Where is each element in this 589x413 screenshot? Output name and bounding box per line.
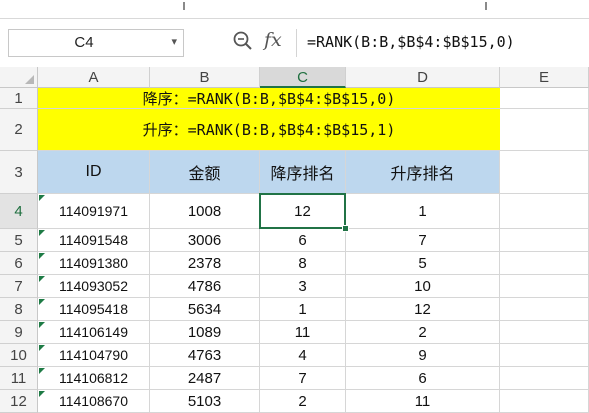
- cell-e8[interactable]: [500, 298, 589, 321]
- cell-asc-rank[interactable]: 5: [346, 252, 500, 275]
- number-as-text-indicator: [39, 299, 45, 305]
- header-desc-rank[interactable]: 降序排名: [260, 151, 346, 194]
- cell-id[interactable]: 114091380: [38, 252, 150, 275]
- cell-amount[interactable]: 2378: [150, 252, 260, 275]
- header-asc-rank[interactable]: 升序排名: [346, 151, 500, 194]
- column-header-a[interactable]: A: [38, 67, 150, 88]
- row-header-4[interactable]: 4: [0, 194, 38, 229]
- row-header-7[interactable]: 7: [0, 275, 38, 298]
- cell-amount[interactable]: 3006: [150, 229, 260, 252]
- column-header-b[interactable]: B: [150, 67, 260, 88]
- column-header-d[interactable]: D: [346, 67, 500, 88]
- cell-desc-rank[interactable]: 1: [260, 298, 346, 321]
- cell-asc-rank[interactable]: 11: [346, 390, 500, 413]
- cell-e4[interactable]: [500, 194, 589, 229]
- cell-e10[interactable]: [500, 344, 589, 367]
- cell-desc-rank[interactable]: 8: [260, 252, 346, 275]
- cell-e12[interactable]: [500, 390, 589, 413]
- cell-amount[interactable]: 5634: [150, 298, 260, 321]
- note-descending-formula[interactable]: 降序：=RANK(B:B,$B$4:$B$15,0): [38, 88, 500, 109]
- number-as-text-indicator: [39, 230, 45, 236]
- row-header-1[interactable]: 1: [0, 88, 38, 109]
- cell-id[interactable]: 114093052: [38, 275, 150, 298]
- cell-amount[interactable]: 1008: [150, 194, 260, 229]
- ribbon-remnant: [0, 0, 589, 19]
- cell-e3[interactable]: [500, 151, 589, 194]
- cell-e6[interactable]: [500, 252, 589, 275]
- cell-asc-rank[interactable]: 9: [346, 344, 500, 367]
- cell-desc-rank[interactable]: 2: [260, 390, 346, 413]
- cell-e11[interactable]: [500, 367, 589, 390]
- ribbon-separator: [485, 2, 487, 10]
- column-header-c[interactable]: C: [260, 67, 346, 88]
- number-as-text-indicator: [39, 195, 45, 201]
- magnifier-icon[interactable]: [232, 30, 254, 52]
- cell-asc-rank[interactable]: 6: [346, 367, 500, 390]
- function-wizard-button[interactable]: fx: [264, 29, 282, 51]
- formula-text: =RANK(B:B,$B$4:$B$15,0): [307, 33, 515, 51]
- number-as-text-indicator: [39, 253, 45, 259]
- header-id[interactable]: ID: [38, 151, 150, 194]
- cell-asc-rank[interactable]: 7: [346, 229, 500, 252]
- cell-asc-rank[interactable]: 1: [346, 194, 500, 229]
- cell-desc-rank[interactable]: 4: [260, 344, 346, 367]
- ribbon-separator: [183, 2, 185, 10]
- cell-asc-rank[interactable]: 2: [346, 321, 500, 344]
- row-header-6[interactable]: 6: [0, 252, 38, 275]
- cell-e2[interactable]: [500, 109, 589, 151]
- row-header-5[interactable]: 5: [0, 229, 38, 252]
- number-as-text-indicator: [39, 391, 45, 397]
- cell-id[interactable]: 114091971: [38, 194, 150, 229]
- cell-amount[interactable]: 1089: [150, 321, 260, 344]
- column-header-e[interactable]: E: [500, 67, 589, 88]
- row-header-8[interactable]: 8: [0, 298, 38, 321]
- chevron-down-icon[interactable]: ▾: [171, 35, 177, 48]
- cell-id[interactable]: 114104790: [38, 344, 150, 367]
- cell-amount[interactable]: 4763: [150, 344, 260, 367]
- formula-input[interactable]: =RANK(B:B,$B$4:$B$15,0): [296, 29, 589, 57]
- cell-e5[interactable]: [500, 229, 589, 252]
- cell-desc-rank[interactable]: 3: [260, 275, 346, 298]
- cell-e9[interactable]: [500, 321, 589, 344]
- fill-handle[interactable]: [342, 225, 349, 232]
- cell-desc-rank[interactable]: 7: [260, 367, 346, 390]
- cell-e1[interactable]: [500, 88, 589, 109]
- cell-asc-rank[interactable]: 10: [346, 275, 500, 298]
- name-box-value: C4: [74, 34, 94, 51]
- row-header-11[interactable]: 11: [0, 367, 38, 390]
- row-header-3[interactable]: 3: [0, 151, 38, 194]
- cell-desc-rank[interactable]: 11: [260, 321, 346, 344]
- cell-amount[interactable]: 4786: [150, 275, 260, 298]
- cell-amount[interactable]: 5103: [150, 390, 260, 413]
- cell-id[interactable]: 114108670: [38, 390, 150, 413]
- cell-desc-rank[interactable]: 12: [260, 194, 346, 229]
- row-header-9[interactable]: 9: [0, 321, 38, 344]
- note-ascending-formula[interactable]: 升序：=RANK(B:B,$B$4:$B$15,1): [38, 109, 500, 151]
- number-as-text-indicator: [39, 345, 45, 351]
- row-header-2[interactable]: 2: [0, 109, 38, 151]
- cell-desc-rank[interactable]: 6: [260, 229, 346, 252]
- cell-id[interactable]: 114095418: [38, 298, 150, 321]
- cell-id[interactable]: 114106812: [38, 367, 150, 390]
- name-box[interactable]: C4 ▾: [8, 29, 184, 57]
- row-header-12[interactable]: 12: [0, 390, 38, 413]
- formula-bar: C4 ▾ fx =RANK(B:B,$B$4:$B$15,0): [0, 19, 589, 68]
- number-as-text-indicator: [39, 276, 45, 282]
- select-all-corner[interactable]: [0, 67, 38, 88]
- number-as-text-indicator: [39, 368, 45, 374]
- row-header-10[interactable]: 10: [0, 344, 38, 367]
- cell-id[interactable]: 114091548: [38, 229, 150, 252]
- cell-asc-rank[interactable]: 12: [346, 298, 500, 321]
- cell-id[interactable]: 114106149: [38, 321, 150, 344]
- number-as-text-indicator: [39, 322, 45, 328]
- cell-e7[interactable]: [500, 275, 589, 298]
- header-amount[interactable]: 金额: [150, 151, 260, 194]
- cell-amount[interactable]: 2487: [150, 367, 260, 390]
